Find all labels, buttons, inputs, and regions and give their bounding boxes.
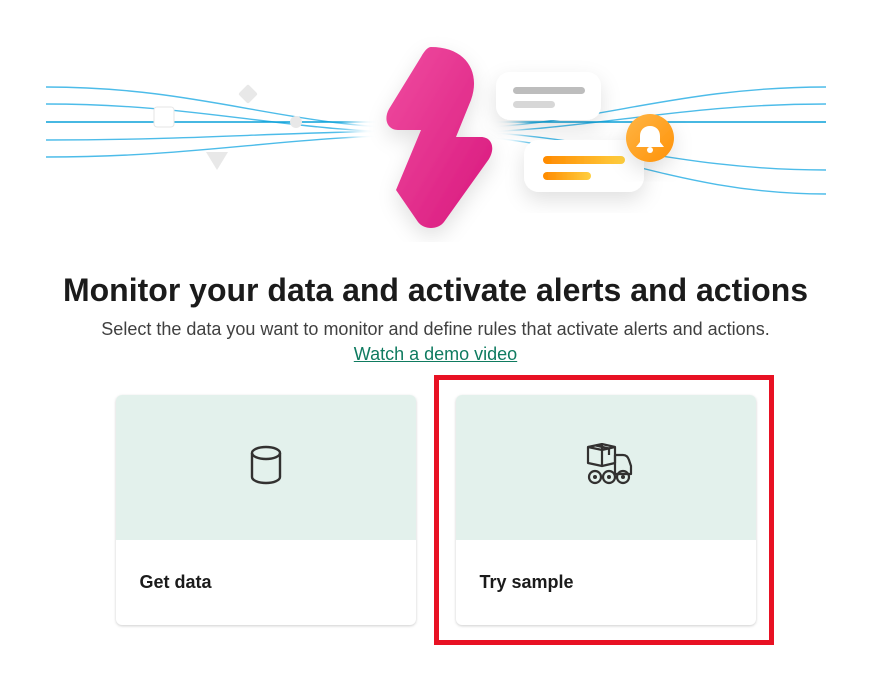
try-sample-label: Try sample [480, 572, 574, 593]
option-cards-row: Get data [116, 395, 756, 625]
get-data-card[interactable]: Get data [116, 395, 416, 625]
try-sample-card[interactable]: Try sample [456, 395, 756, 625]
page-subheading: Select the data you want to monitor and … [101, 319, 769, 340]
get-data-label: Get data [140, 572, 212, 593]
page-heading: Monitor your data and activate alerts an… [63, 272, 808, 309]
database-icon [244, 443, 288, 492]
get-data-card-header [116, 395, 416, 540]
delivery-truck-icon [579, 443, 633, 492]
try-sample-card-header [456, 395, 756, 540]
hero-illustration [26, 12, 846, 242]
watch-demo-link[interactable]: Watch a demo video [354, 344, 517, 365]
